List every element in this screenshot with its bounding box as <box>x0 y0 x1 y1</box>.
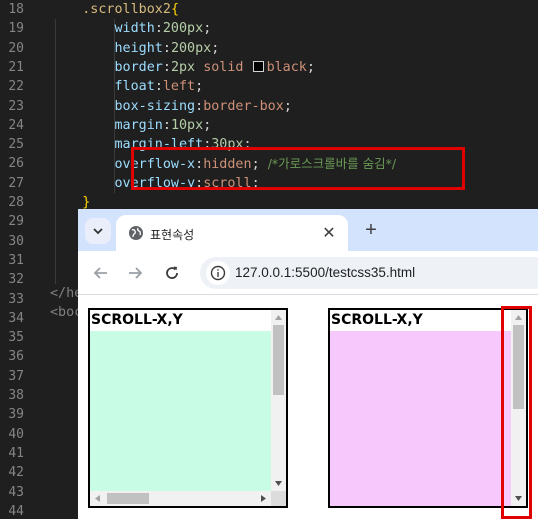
scrollbox-content <box>90 331 271 491</box>
scroll-thumb[interactable] <box>273 325 284 395</box>
line-number: 31 <box>8 252 24 268</box>
overflow-highlight-box <box>131 147 465 190</box>
scroll-right-arrow-icon[interactable] <box>256 491 271 506</box>
line-number: 20 <box>8 40 24 56</box>
scroll-thumb[interactable] <box>107 493 149 504</box>
code-line-18[interactable]: .scrollbox2{ <box>50 0 179 19</box>
new-tab-button[interactable]: + <box>360 219 382 241</box>
site-info-button[interactable] <box>206 261 230 285</box>
code-line-23[interactable]: box-sizing:border-box; <box>50 97 292 116</box>
css-value: 10px <box>170 117 204 133</box>
close-icon[interactable]: ✕ <box>318 222 340 244</box>
css-property: width <box>114 21 155 37</box>
css-value: 2px <box>170 59 196 75</box>
line-number: 33 <box>8 291 24 307</box>
close-brace: } <box>82 195 91 210</box>
scrollbox-title: SCROLL-X,Y <box>331 312 423 328</box>
line-number: 38 <box>8 388 24 403</box>
url-text: 127.0.0.1:5500/testcss35.html <box>235 265 416 280</box>
line-number: 37 <box>8 368 24 384</box>
css-value: 200px <box>170 40 212 56</box>
css-property: margin <box>114 117 163 133</box>
line-number: 36 <box>8 349 24 365</box>
browser-toolbar: 127.0.0.1:5500/testcss35.html <box>78 251 538 295</box>
open-brace: { <box>170 2 179 17</box>
line-number: 25 <box>8 137 24 153</box>
css-value: 200px <box>162 21 204 37</box>
vertical-scrollbar[interactable] <box>271 310 286 491</box>
line-number: 43 <box>8 484 24 500</box>
line-number: 42 <box>8 465 24 481</box>
scroll-left-arrow-icon[interactable] <box>90 491 105 506</box>
line-number: 41 <box>8 445 24 461</box>
css-property: border <box>114 59 163 75</box>
css-value: solid <box>203 59 244 75</box>
chevron-down-icon <box>93 228 103 235</box>
line-number: 30 <box>8 233 24 249</box>
globe-icon <box>129 226 143 240</box>
line-number: 35 <box>8 330 24 346</box>
line-number: 44 <box>8 503 24 519</box>
code-line-22[interactable]: float:left; <box>50 77 204 96</box>
scroll-up-arrow-icon[interactable] <box>271 310 286 325</box>
css-selector: .scrollbox2 <box>82 2 171 17</box>
code-line-21[interactable]: border:2px solid black; <box>50 58 315 77</box>
info-icon <box>210 265 226 281</box>
tab-search-button[interactable] <box>85 218 111 244</box>
browser-window: 표현속성 ✕ + 127.0.0.1:5500/testcss35.html S… <box>78 209 538 519</box>
line-number: 34 <box>8 310 24 326</box>
horizontal-scrollbar[interactable] <box>90 491 271 506</box>
code-line-19[interactable]: width:200px; <box>50 19 212 38</box>
tab-title: 표현속성 <box>150 228 195 242</box>
line-number: 40 <box>8 426 24 442</box>
page-viewport: SCROLL-X,Y SCROLL-X,Y <box>78 296 538 519</box>
arrow-right-icon <box>129 267 143 279</box>
line-number: 23 <box>8 98 24 114</box>
line-number: 19 <box>8 21 24 37</box>
css-property: box-sizing <box>114 98 196 114</box>
tab-strip: 표현속성 ✕ + <box>78 209 538 251</box>
line-number: 24 <box>8 117 24 133</box>
scrollbox-content <box>330 331 511 506</box>
line-number-gutter: 18 19 20 21 22 23 24 25 26 27 28 29 30 31 32 33 34 35 36 37… <box>0 0 44 519</box>
line-number: 22 <box>8 79 24 95</box>
line-number: 18 <box>8 2 24 17</box>
line-number: 21 <box>8 59 24 75</box>
tab-active[interactable]: 표현속성 ✕ <box>116 215 348 251</box>
line-number: 28 <box>8 195 24 210</box>
scrollbox-title: SCROLL-X,Y <box>91 312 183 328</box>
css-value: border-box <box>203 98 284 114</box>
scrollbar-highlight-box <box>501 306 532 519</box>
line-number: 29 <box>8 214 24 230</box>
css-property: height <box>114 40 163 56</box>
line-number: 27 <box>8 175 24 191</box>
line-number: 39 <box>8 407 24 423</box>
color-swatch-icon[interactable] <box>252 60 264 72</box>
css-property: float <box>114 79 155 95</box>
css-value: left <box>162 79 196 95</box>
reload-icon <box>166 266 178 279</box>
forward-button[interactable] <box>124 262 146 284</box>
arrow-left-icon <box>93 267 107 279</box>
reload-button[interactable] <box>161 262 183 284</box>
line-number: 26 <box>8 156 24 172</box>
scrollbox-2[interactable]: SCROLL-X,Y <box>328 308 528 508</box>
scroll-down-arrow-icon[interactable] <box>271 476 286 491</box>
code-line-20[interactable]: height:200px; <box>50 39 220 58</box>
css-value: black <box>266 59 307 75</box>
code-line-24[interactable]: margin:10px; <box>50 116 212 135</box>
line-number: 32 <box>8 272 24 288</box>
scrollbox-1[interactable]: SCROLL-X,Y <box>88 308 288 508</box>
back-button[interactable] <box>90 262 112 284</box>
scrollbar-corner <box>271 491 286 506</box>
address-bar[interactable]: 127.0.0.1:5500/testcss35.html <box>200 257 538 289</box>
